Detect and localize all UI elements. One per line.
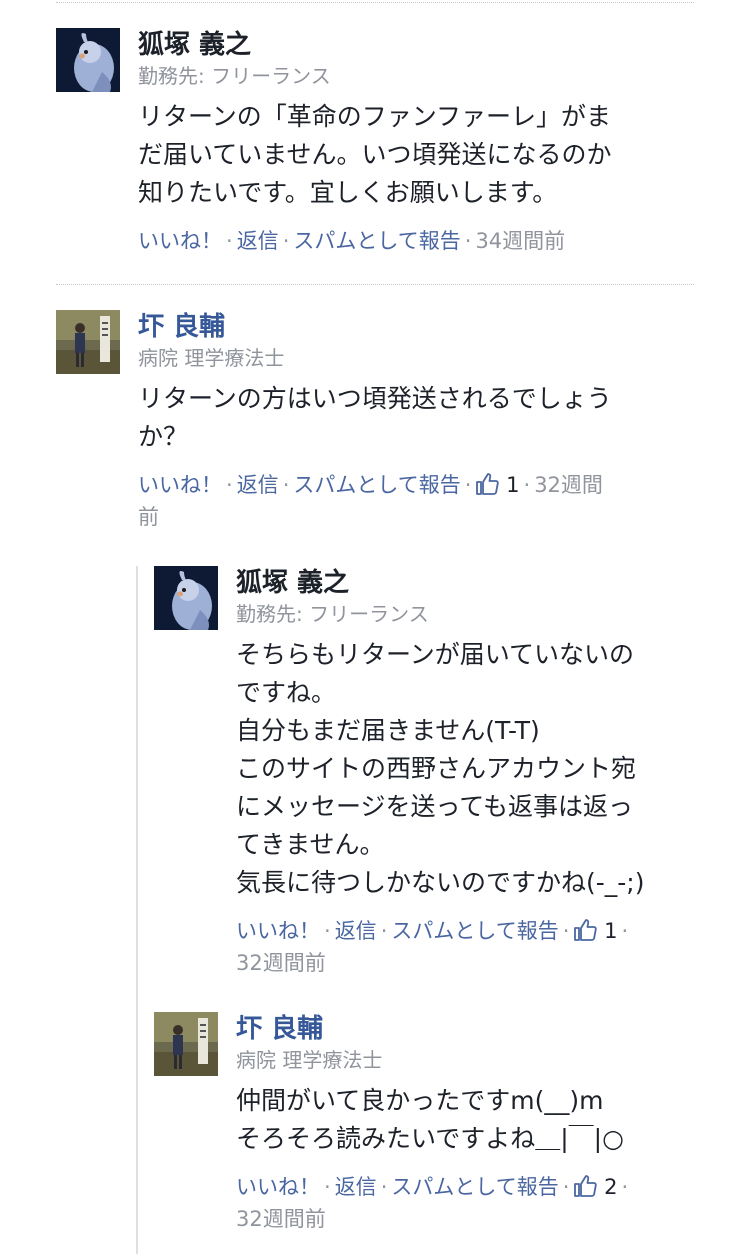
comment-line: にメッセージを送っても返事は返っ bbox=[236, 792, 634, 821]
reply-1: 狐塚 義之 勤務先: フリーランス そちらもリターンが届いていないの ですね。 … bbox=[154, 566, 714, 996]
timestamp-continued[interactable]: 前 bbox=[138, 505, 159, 529]
divider-top bbox=[56, 2, 694, 3]
like-link[interactable]: いいね！ bbox=[138, 473, 222, 497]
report-spam-link[interactable]: スパムとして報告 bbox=[293, 229, 460, 253]
like-link[interactable]: いいね！ bbox=[138, 229, 222, 253]
comment-line: てきません。 bbox=[236, 830, 385, 859]
reply-thread-line bbox=[136, 566, 138, 1254]
avatar-cockatiel[interactable] bbox=[56, 28, 120, 92]
comment-line: リターンの「革命のファンファーレ」がま bbox=[138, 102, 612, 131]
report-spam-link[interactable]: スパムとして報告 bbox=[293, 473, 460, 497]
separator-dot: · bbox=[562, 1175, 570, 1199]
comment-line: このサイトの西野さんアカウント宛 bbox=[236, 754, 637, 783]
comment-line: ですね。 bbox=[236, 678, 337, 707]
reply-link[interactable]: 返信 bbox=[335, 1175, 377, 1199]
like-link[interactable]: いいね！ bbox=[236, 1175, 320, 1199]
cockatiel-avatar-image bbox=[154, 566, 218, 630]
author-subtitle: 勤務先: フリーランス bbox=[236, 602, 429, 626]
comment-body: そちらもリターンが届いていないの ですね。 自分もまだ届きません(T-T) この… bbox=[236, 636, 706, 902]
like-count[interactable]: 1 bbox=[604, 919, 617, 943]
comment-actions: いいね！ · 返信 · スパムとして報告 · 34週間前 bbox=[138, 225, 698, 257]
comment-line: そろそろ読みたいですよね＿|￣|○ bbox=[236, 1124, 624, 1153]
avatar-cockatiel[interactable] bbox=[154, 566, 218, 630]
comment-author[interactable]: 狐塚 義之 bbox=[138, 28, 698, 62]
like-count[interactable]: 1 bbox=[506, 473, 519, 497]
separator-dot: · bbox=[324, 919, 331, 943]
report-spam-link[interactable]: スパムとして報告 bbox=[391, 1175, 558, 1199]
comment-actions: いいね！ · 返信 · スパムとして報告 · 1 · 32週間前 bbox=[236, 915, 706, 979]
separator-dot: · bbox=[562, 919, 570, 943]
author-subtitle: 勤務先: フリーランス bbox=[138, 64, 331, 88]
comment-actions: いいね！ · 返信 · スパムとして報告 · 1 · 32週間 前 bbox=[138, 469, 698, 533]
separator-dot: · bbox=[380, 1175, 388, 1199]
comment-author[interactable]: 狐塚 義之 bbox=[236, 566, 706, 600]
like-count[interactable]: 2 bbox=[604, 1175, 617, 1199]
timestamp[interactable]: 32週間前 bbox=[236, 1207, 326, 1231]
separator-dot: · bbox=[282, 229, 290, 253]
separator-dot: · bbox=[380, 919, 388, 943]
reply-link[interactable]: 返信 bbox=[237, 229, 279, 253]
cockatiel-avatar-image bbox=[56, 28, 120, 92]
avatar-person[interactable] bbox=[154, 1012, 218, 1076]
comment-body: リターンの方はいつ頃発送されるでしょう か？ bbox=[138, 380, 698, 456]
timestamp[interactable]: 32週間 bbox=[534, 473, 603, 497]
separator-dot: · bbox=[464, 473, 472, 497]
timestamp[interactable]: 32週間前 bbox=[236, 951, 326, 975]
like-link[interactable]: いいね！ bbox=[236, 919, 320, 943]
reply-link[interactable]: 返信 bbox=[237, 473, 279, 497]
thumbs-up-icon[interactable] bbox=[573, 918, 598, 942]
separator-dot: · bbox=[226, 473, 233, 497]
comment-author[interactable]: 圷 良輔 bbox=[236, 1012, 706, 1046]
avatar-person[interactable] bbox=[56, 310, 120, 374]
separator-dot: · bbox=[621, 919, 629, 943]
report-spam-link[interactable]: スパムとして報告 bbox=[391, 919, 558, 943]
person-avatar-image bbox=[56, 310, 120, 374]
comment-2: 圷 良輔 病院 理学療法士 リターンの方はいつ頃発送されるでしょう か？ いいね… bbox=[56, 310, 696, 550]
comment-line: 知りたいです。宜しくお願いします。 bbox=[138, 178, 558, 207]
comment-line: 仲間がいて良かったですm(__)m bbox=[236, 1086, 604, 1115]
comment-line: か？ bbox=[138, 422, 189, 451]
separator-dot: · bbox=[226, 229, 233, 253]
separator-dot: · bbox=[324, 1175, 331, 1199]
comment-body: リターンの「革命のファンファーレ」がま だ届いていません。いつ頃発送になるのか … bbox=[138, 98, 698, 212]
comment-line: 気長に待つしかないのですかね(-_-;) bbox=[236, 868, 645, 897]
separator-dot: · bbox=[523, 473, 531, 497]
reply-2: 圷 良輔 病院 理学療法士 仲間がいて良かったですm(__)m そろそろ読みたい… bbox=[154, 1012, 714, 1252]
comment-line: そちらもリターンが届いていないの bbox=[236, 640, 635, 669]
person-avatar-image bbox=[154, 1012, 218, 1076]
comment-body: 仲間がいて良かったですm(__)m そろそろ読みたいですよね＿|￣|○ bbox=[236, 1082, 706, 1158]
comment-line: だ届いていません。いつ頃発送になるのか bbox=[138, 140, 612, 169]
author-subtitle: 病院 理学療法士 bbox=[236, 1048, 383, 1072]
comment-1: 狐塚 義之 勤務先: フリーランス リターンの「革命のファンファーレ」がま だ届… bbox=[56, 28, 696, 268]
reply-link[interactable]: 返信 bbox=[335, 919, 377, 943]
thumbs-up-icon[interactable] bbox=[475, 472, 500, 496]
timestamp[interactable]: 34週間前 bbox=[475, 229, 565, 253]
comment-actions: いいね！ · 返信 · スパムとして報告 · 2 · 32週間前 bbox=[236, 1171, 706, 1235]
separator-dot: · bbox=[621, 1175, 629, 1199]
comment-author[interactable]: 圷 良輔 bbox=[138, 310, 698, 344]
separator-dot: · bbox=[464, 229, 472, 253]
comment-line: リターンの方はいつ頃発送されるでしょう bbox=[138, 384, 612, 413]
separator-dot: · bbox=[282, 473, 290, 497]
divider bbox=[56, 284, 694, 285]
comment-line: 自分もまだ届きません(T-T) bbox=[236, 716, 540, 745]
thumbs-up-icon[interactable] bbox=[573, 1174, 598, 1198]
author-subtitle: 病院 理学療法士 bbox=[138, 346, 285, 370]
